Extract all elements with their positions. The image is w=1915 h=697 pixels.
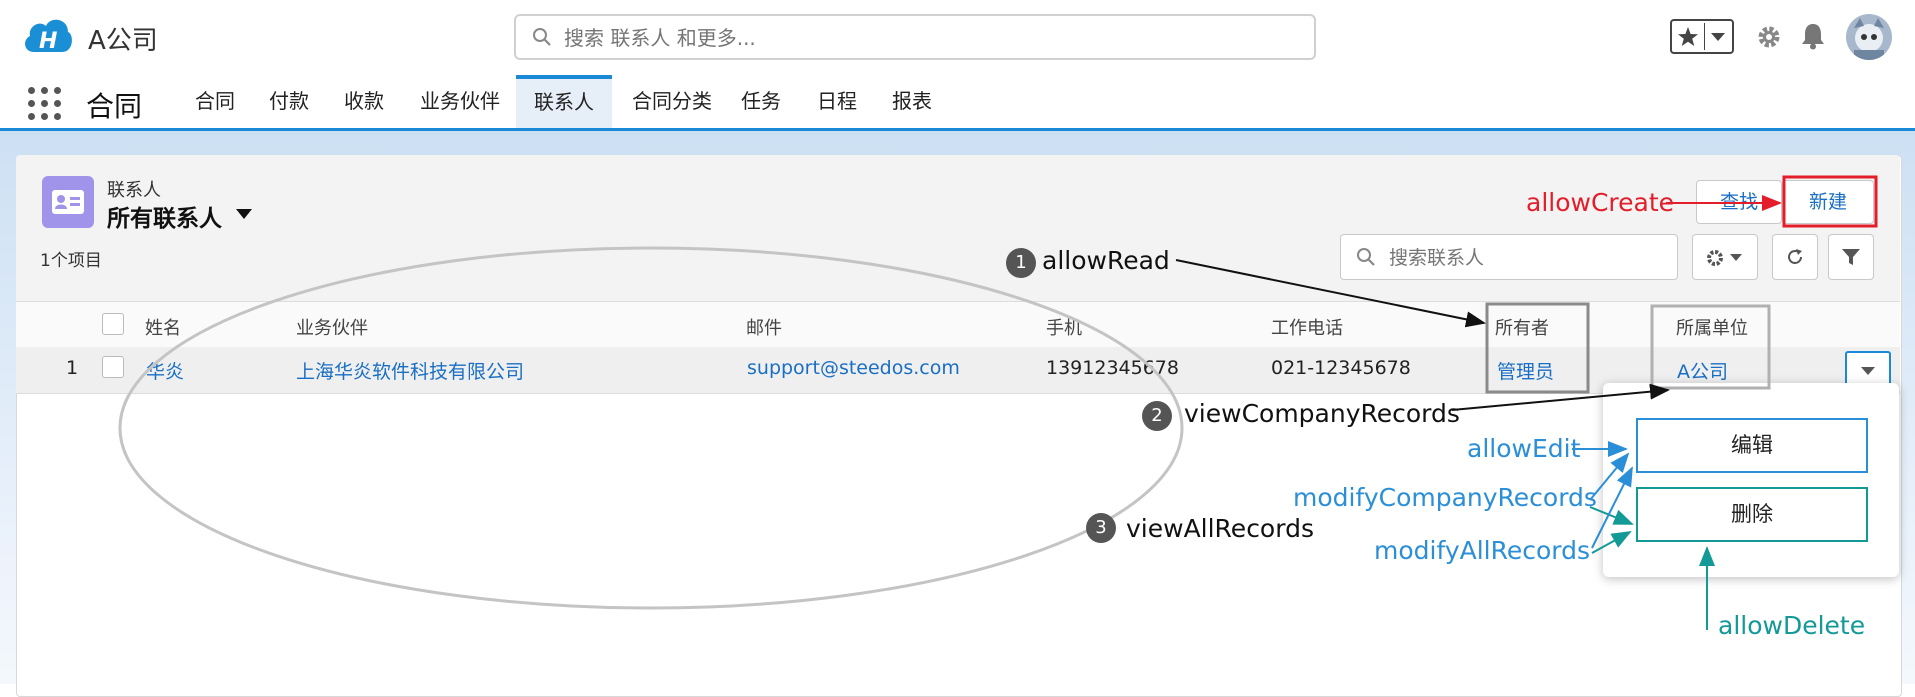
modify-all-records-label: modifyAllRecords	[1374, 536, 1591, 565]
allow-create-label: allowCreate	[1526, 188, 1675, 217]
allow-read-label: allowRead	[1042, 246, 1170, 275]
modify-all-edit-arrow	[1591, 466, 1633, 549]
annotation-overlay	[118, 175, 1878, 630]
step-number-3: 3	[1086, 513, 1116, 543]
step-number-1: 1	[1006, 248, 1036, 278]
company-highlight-box	[1650, 304, 1771, 390]
owner-highlight-box	[1485, 302, 1590, 394]
allow-read-arrow	[1175, 259, 1486, 328]
modify-company-records-label: modifyCompanyRecords	[1293, 483, 1597, 512]
view-all-records-label: viewAllRecords	[1126, 514, 1314, 543]
allow-delete-label: allowDelete	[1718, 611, 1866, 640]
new-button-highlight-box	[1782, 175, 1878, 228]
allow-edit-label: allowEdit	[1467, 434, 1581, 463]
view-company-records-label: viewCompanyRecords	[1184, 399, 1460, 428]
records-ellipse	[118, 246, 1184, 610]
step-number-2: 2	[1142, 401, 1172, 431]
